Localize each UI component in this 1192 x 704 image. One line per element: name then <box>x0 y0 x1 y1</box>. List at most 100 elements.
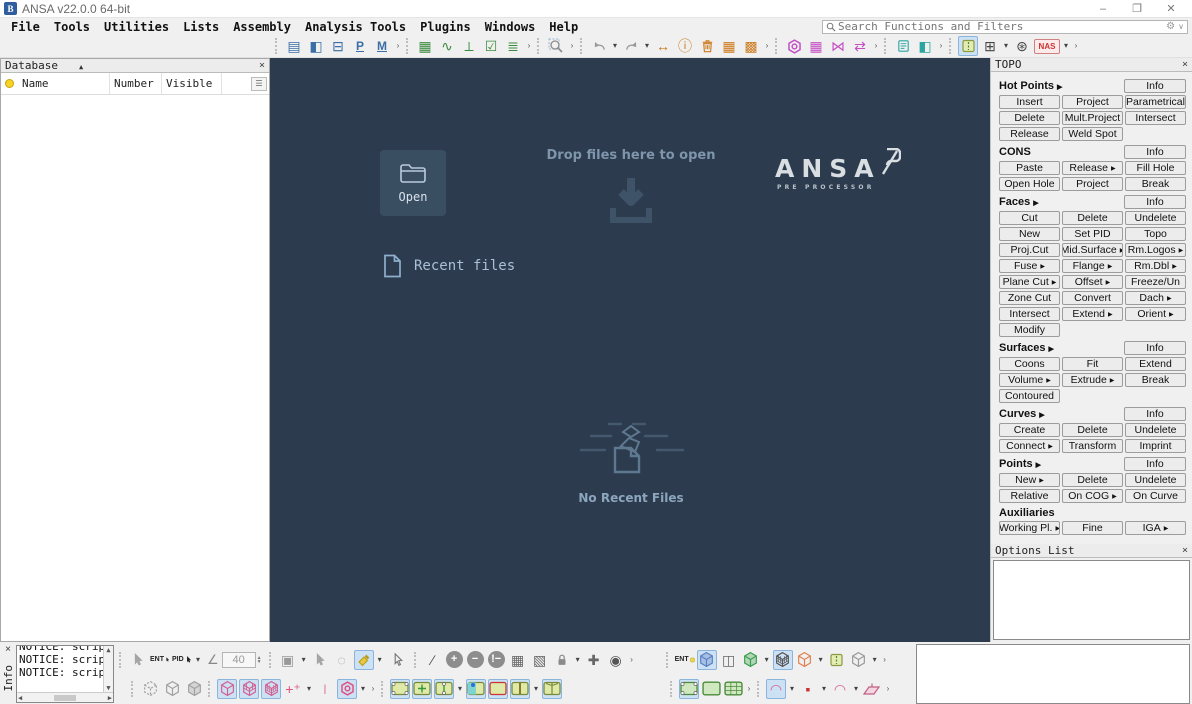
scrollbar-thumb[interactable] <box>54 694 76 701</box>
topo-button-fine[interactable]: Fine <box>1062 521 1123 535</box>
topo-button-plane-cut[interactable]: Plane Cut ▶ <box>999 275 1060 289</box>
sort-ascending-icon[interactable]: ▲ <box>79 63 83 71</box>
viewport[interactable]: Open Drop files here to open ANSA PRE PR… <box>270 58 990 642</box>
macro-face-icon[interactable] <box>390 678 410 699</box>
function-curve-icon[interactable]: ∿ <box>437 36 457 56</box>
scroll-left-icon[interactable]: ◀ <box>18 694 22 702</box>
lock-view-icon[interactable] <box>552 650 572 670</box>
topo-panel-titlebar[interactable]: TOPO × <box>991 58 1192 72</box>
undo-icon[interactable] <box>589 36 609 56</box>
script-editor-icon[interactable]: ≣ <box>503 36 523 56</box>
topo-button-insert[interactable]: Insert <box>999 95 1060 109</box>
shaded-green-face-icon[interactable] <box>701 679 721 699</box>
menu-item-plugins[interactable]: Plugins <box>413 20 478 34</box>
properties-list-icon[interactable]: P <box>350 36 370 56</box>
subtract-mode-icon[interactable]: − <box>466 651 484 668</box>
flashlight-icon[interactable] <box>353 649 374 670</box>
topo-button-zone-cut[interactable]: Zone Cut <box>999 291 1060 305</box>
nas-caret-icon[interactable]: ▾ <box>1062 36 1070 56</box>
topo-button-break[interactable]: Break <box>1125 373 1186 387</box>
column-number[interactable]: Number <box>110 73 162 94</box>
column-name[interactable]: Name <box>18 73 110 94</box>
more-icon[interactable]: › <box>884 679 892 699</box>
swap-arrows-icon[interactable]: ⇄ <box>850 36 870 56</box>
options-list-text-area[interactable] <box>916 644 1190 704</box>
view-grid-icon[interactable]: ⊞ <box>980 36 1000 56</box>
curve-caret-icon[interactable]: ▾ <box>788 679 796 699</box>
topo-button-undelete[interactable]: Undelete <box>1125 211 1186 225</box>
arc-icon[interactable]: ◠ <box>830 679 850 699</box>
add-mode-icon[interactable]: + <box>445 651 463 668</box>
hot-points-caret-icon[interactable]: ▾ <box>305 679 313 699</box>
menu-item-utilities[interactable]: Utilities <box>97 20 176 34</box>
search-box[interactable]: ⚙ ∨ <box>822 19 1188 34</box>
menu-item-lists[interactable]: Lists <box>176 20 226 34</box>
mesh-green-face-icon[interactable] <box>723 679 743 699</box>
menu-item-windows[interactable]: Windows <box>478 20 543 34</box>
info-panel-close-icon[interactable]: × <box>5 644 11 655</box>
topo-button-fill-hole[interactable]: Fill Hole <box>1125 161 1186 175</box>
midline-face-icon[interactable] <box>434 678 454 699</box>
measure-icon[interactable]: ↔ <box>653 36 673 56</box>
more-icon[interactable]: › <box>937 36 945 56</box>
topo-button-fit[interactable]: Fit <box>1062 357 1123 371</box>
palette-swatch-icon[interactable]: ◧ <box>915 36 935 56</box>
table-edit-icon[interactable]: ▦ <box>719 36 739 56</box>
topo-button-mult-project[interactable]: Mult.Project <box>1062 111 1123 125</box>
shadow-cube-icon[interactable] <box>696 649 717 670</box>
topo-button-paste[interactable]: Paste <box>999 161 1060 175</box>
info-circle-icon[interactable]: ⓘ <box>675 36 695 56</box>
ent-mode-icon[interactable]: ENT <box>675 650 695 670</box>
topo-button-cut[interactable]: Cut <box>999 211 1060 225</box>
beam-section-icon[interactable]: Ι <box>315 679 335 699</box>
lasso-select-icon[interactable]: ◌ <box>332 650 352 670</box>
hot-points-icon[interactable]: +⁺ <box>283 679 303 699</box>
select-ent-icon[interactable]: ENT <box>150 650 170 670</box>
materials-list-icon[interactable]: M <box>372 36 392 56</box>
wire-view-icon[interactable] <box>795 650 815 670</box>
align-face-icon[interactable] <box>412 678 432 699</box>
more-icon[interactable]: › <box>881 650 889 670</box>
pid-cube-icon[interactable] <box>239 678 259 699</box>
info-button-faces[interactable]: Info <box>1124 195 1186 209</box>
topo-button-fuse[interactable]: Fuse ▶ <box>999 259 1060 273</box>
search-gear-icon[interactable]: ⚙ <box>1166 21 1175 32</box>
topo-button-undelete[interactable]: Undelete <box>1125 473 1186 487</box>
section-header-hot-points[interactable]: Hot Points ▶ <box>999 80 1124 92</box>
topo-button-relative[interactable]: Relative <box>999 489 1060 503</box>
info-button-curves[interactable]: Info <box>1124 407 1186 421</box>
topo-button-coons[interactable]: Coons <box>999 357 1060 371</box>
or-grid-icon[interactable]: ▦ <box>508 650 528 670</box>
topo-button-dach[interactable]: Dach ▶ <box>1125 291 1186 305</box>
mesh-view-icon[interactable] <box>772 649 793 670</box>
checks-manager-icon[interactable]: ☑ <box>481 36 501 56</box>
topo-button-new[interactable]: New ▶ <box>999 473 1060 487</box>
shaded-cube-icon[interactable] <box>184 679 204 699</box>
info-button-points[interactable]: Info <box>1124 457 1186 471</box>
topo-button-delete[interactable]: Delete <box>1062 473 1123 487</box>
section-header-surfaces[interactable]: Surfaces ▶ <box>999 342 1124 354</box>
info-button-surfaces[interactable]: Info <box>1124 341 1186 355</box>
topo-button-delete[interactable]: Delete <box>1062 423 1123 437</box>
database-tree-area[interactable] <box>1 95 269 641</box>
redo-caret-icon[interactable]: ▾ <box>643 36 651 56</box>
flashlight-caret-icon[interactable]: ▾ <box>376 650 384 670</box>
windows-layout-icon[interactable]: ◧ <box>306 36 326 56</box>
info-button-hot-points[interactable]: Info <box>1124 79 1186 93</box>
topo-button-intersect[interactable]: Intersect <box>999 307 1060 321</box>
view-grid-caret-icon[interactable]: ▾ <box>1002 36 1010 56</box>
topo-button-working-pl-[interactable]: Working Pl. ▶ <box>999 521 1060 535</box>
hexnut-icon[interactable] <box>784 36 804 56</box>
topo-button-freeze-un[interactable]: Freeze/Un <box>1125 275 1186 289</box>
wireframe-cube-icon[interactable] <box>140 679 160 699</box>
topo-button-undelete[interactable]: Undelete <box>1125 423 1186 437</box>
curve-points-icon[interactable]: ◠ <box>766 678 786 699</box>
angle-value-input[interactable]: 40 <box>221 651 256 668</box>
open-file-button[interactable]: Open <box>380 150 446 216</box>
close-button[interactable]: ✕ <box>1154 0 1188 17</box>
section-header-faces[interactable]: Faces ▶ <box>999 196 1124 208</box>
more-icon[interactable]: › <box>568 36 576 56</box>
lock-caret-icon[interactable]: ▾ <box>574 650 582 670</box>
redo-icon[interactable] <box>621 36 641 56</box>
topo-button-contoured[interactable]: Contoured <box>999 389 1060 403</box>
